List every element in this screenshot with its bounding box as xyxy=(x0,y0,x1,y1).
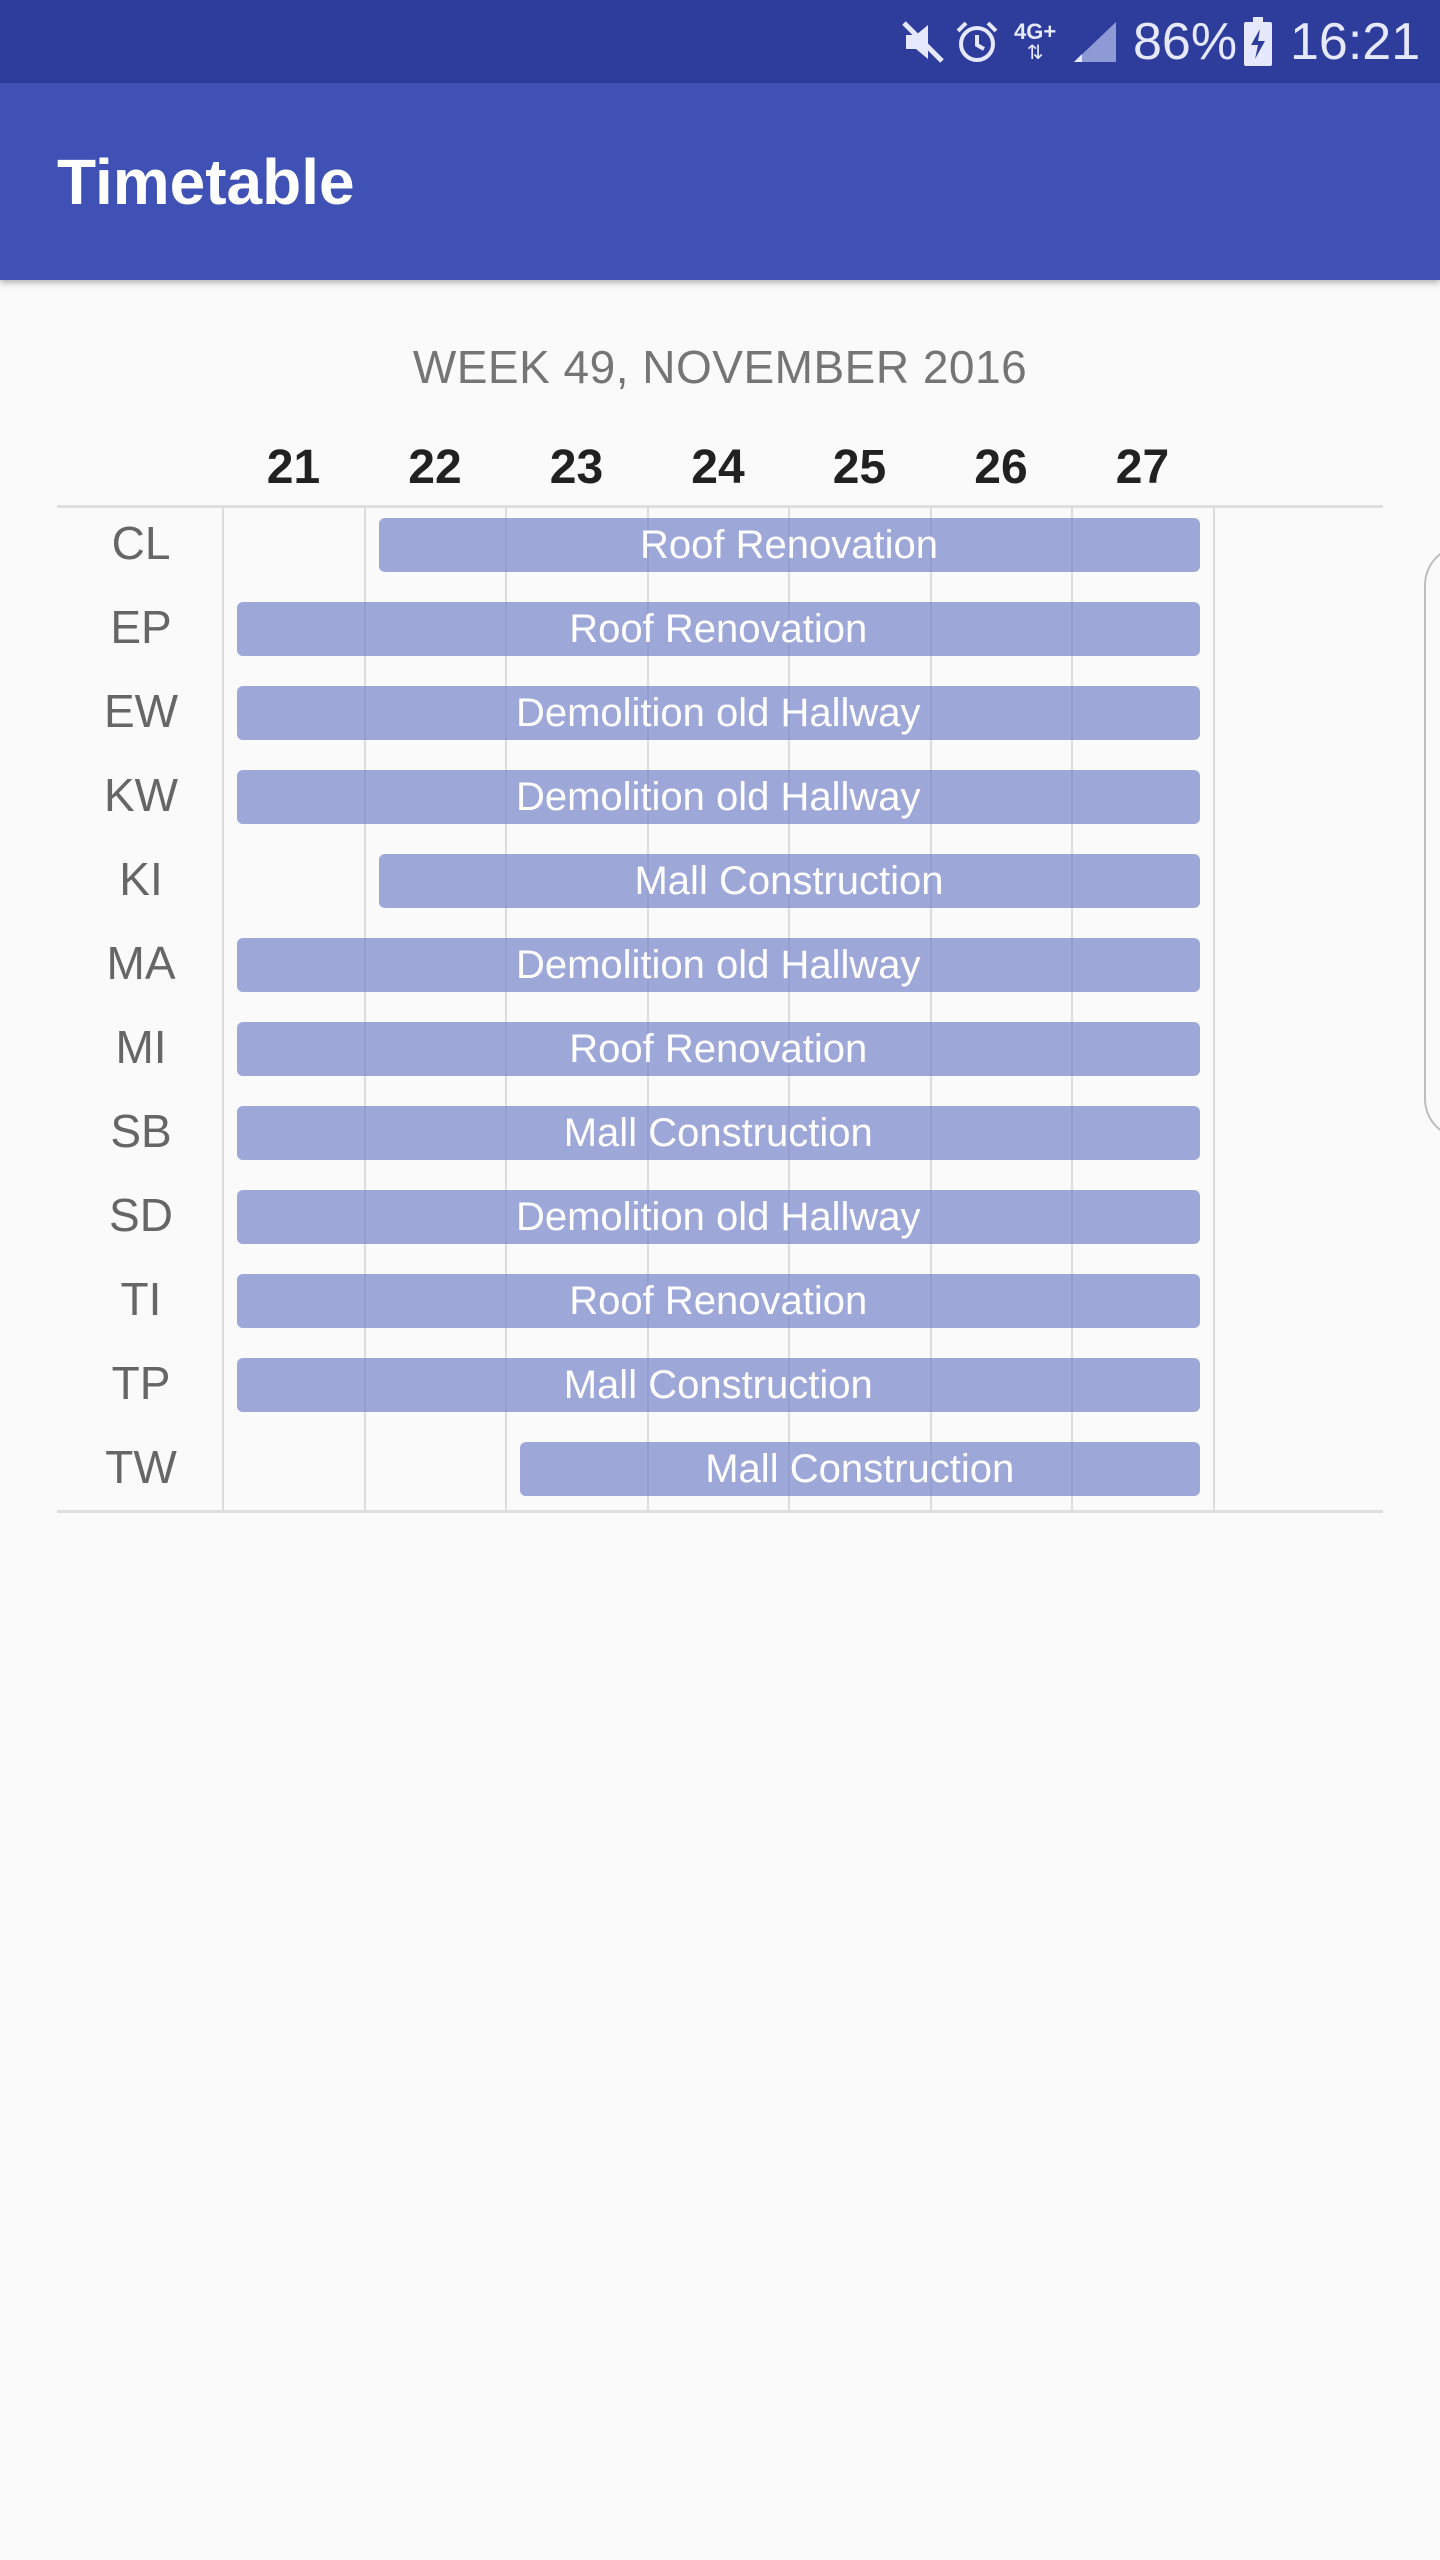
row-label: SD xyxy=(109,1189,173,1241)
row-label: KI xyxy=(119,853,163,905)
task-label: Roof Renovation xyxy=(640,523,938,567)
row-label: SB xyxy=(110,1105,172,1157)
row-label: EP xyxy=(110,601,172,653)
row-label: MI xyxy=(115,1021,167,1073)
task-label: Mall Construction xyxy=(563,1363,873,1407)
day-header: 27 xyxy=(1115,441,1170,494)
grid-bottom-rule xyxy=(57,1510,1383,1513)
row-label: KW xyxy=(103,769,179,821)
row-label: TI xyxy=(120,1273,162,1325)
grid-top-rule xyxy=(57,505,1383,508)
day-header: 24 xyxy=(691,441,745,494)
network-label: 4G+ xyxy=(1014,18,1057,44)
task-label: Demolition old Hallway xyxy=(515,1195,921,1239)
day-header: 23 xyxy=(549,441,604,494)
drawer-handle[interactable] xyxy=(1424,545,1440,1139)
network-4g-icon: 4G+ ⇅ xyxy=(1014,18,1057,64)
task-label: Roof Renovation xyxy=(569,1027,868,1071)
clock: 16:21 xyxy=(1290,12,1421,71)
task-label: Demolition old Hallway xyxy=(515,775,921,819)
day-header: 21 xyxy=(266,441,321,494)
status-bar: 4G+ ⇅ 86% 16:21 xyxy=(0,0,1440,83)
day-header: 22 xyxy=(408,441,462,494)
row-label: EW xyxy=(103,685,179,737)
task-label: Mall Construction xyxy=(634,859,944,903)
day-header: 25 xyxy=(832,441,887,494)
task-label: Demolition old Hallway xyxy=(515,943,921,987)
battery-percent: 86% xyxy=(1133,12,1238,71)
task-label: Mall Construction xyxy=(563,1111,873,1155)
task-label: Roof Renovation xyxy=(569,607,868,651)
week-title: WEEK 49, NOVEMBER 2016 xyxy=(412,341,1028,393)
row-label: TP xyxy=(111,1357,171,1409)
app-bar: Timetable xyxy=(0,83,1440,280)
signal-icon xyxy=(1070,0,1118,83)
battery-charging-icon xyxy=(1243,0,1273,83)
row-label: MA xyxy=(106,937,176,989)
alarm-icon xyxy=(954,0,1000,83)
page-title: Timetable xyxy=(57,146,355,218)
task-label: Demolition old Hallway xyxy=(515,691,921,735)
grid-column-line xyxy=(1212,508,1215,1510)
row-label: CL xyxy=(111,517,171,569)
day-header: 26 xyxy=(974,441,1028,494)
row-label: TW xyxy=(105,1441,177,1493)
task-label: Roof Renovation xyxy=(569,1279,868,1323)
mute-icon xyxy=(900,0,946,83)
task-label: Mall Construction xyxy=(705,1447,1015,1491)
